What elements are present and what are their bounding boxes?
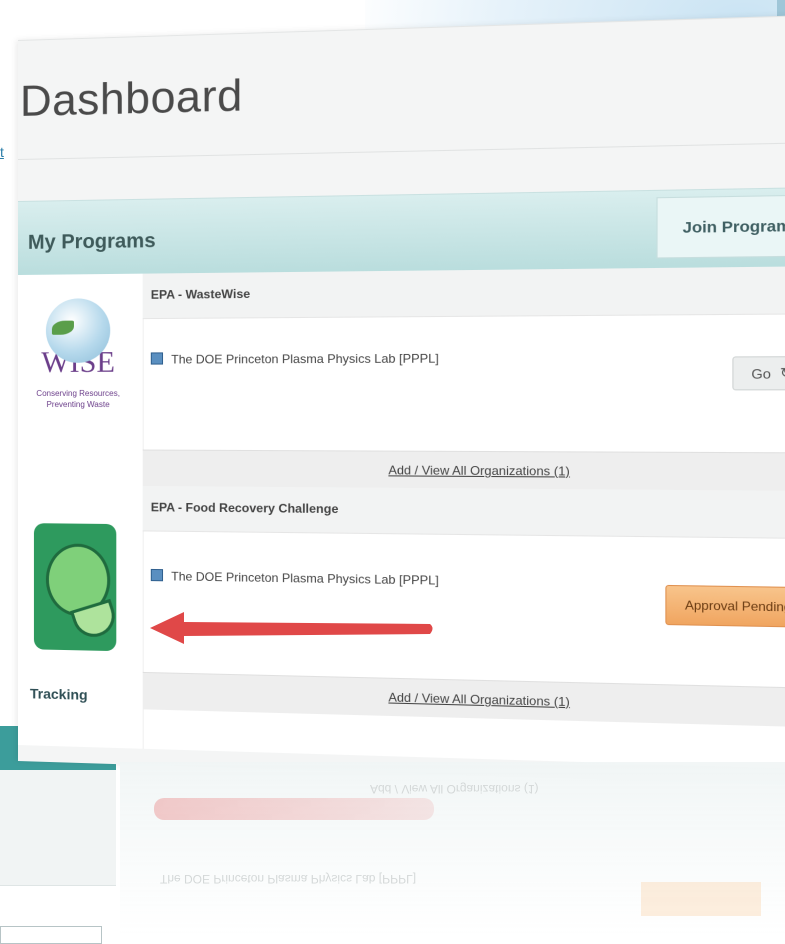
logo-tagline: Conserving Resources, Preventing Waste (36, 388, 120, 410)
food-recovery-logo (33, 523, 121, 652)
panel-reflection: Add / View All Organizations (1) The DOE… (120, 762, 785, 935)
program-name: EPA - Food Recovery Challenge (150, 500, 339, 517)
organization-icon (150, 568, 164, 582)
partial-link[interactable]: t (0, 144, 4, 160)
program-name: EPA - WasteWise (150, 286, 251, 302)
red-arrow-annotation (150, 612, 433, 644)
go-button[interactable]: Go ↻ (732, 356, 785, 391)
globe-icon (45, 298, 111, 363)
go-label: Go (751, 365, 771, 382)
partial-input[interactable] (0, 926, 102, 944)
organization-row: The DOE Princeton Plasma Physics Lab [PP… (150, 351, 439, 367)
my-programs-header: My Programs Join Programs (18, 186, 785, 276)
reflected-organization: The DOE Princeton Plasma Physics Lab [PP… (160, 872, 417, 886)
program-header: EPA - Food Recovery Challenge (142, 485, 785, 540)
organization-icon (150, 352, 164, 365)
logo-column: WASTE WISE Conserving Resources, Prevent… (18, 273, 144, 749)
wastewise-logo: WASTE WISE Conserving Resources, Prevent… (28, 298, 129, 449)
add-view-organizations-link[interactable]: Add / View All Organizations (1) (142, 671, 785, 728)
section-title: My Programs (27, 229, 156, 254)
join-programs-button[interactable]: Join Programs (656, 194, 785, 259)
reflected-button (641, 882, 761, 916)
organization-name: The DOE Princeton Plasma Physics Lab [PP… (171, 569, 439, 588)
page-title: Dashboard (19, 70, 243, 126)
approval-pending-button[interactable]: Approval Pending (665, 584, 785, 628)
dashboard-panel: Dashboard My Programs Join Programs WAST… (18, 14, 785, 787)
organization-row: The DOE Princeton Plasma Physics Lab [PP… (150, 568, 439, 588)
reflected-arrow (154, 798, 434, 820)
programs-list: WASTE WISE Conserving Resources, Prevent… (18, 266, 785, 770)
organization-name: The DOE Princeton Plasma Physics Lab [PP… (171, 351, 439, 367)
program-header: EPA - WasteWise (142, 266, 785, 320)
reflected-add-view: Add / View All Organizations (1) (370, 782, 539, 796)
partial-gray-section (0, 770, 116, 886)
divider (18, 141, 785, 160)
refresh-icon: ↻ (779, 364, 785, 381)
tracking-label: Tracking (29, 685, 88, 703)
